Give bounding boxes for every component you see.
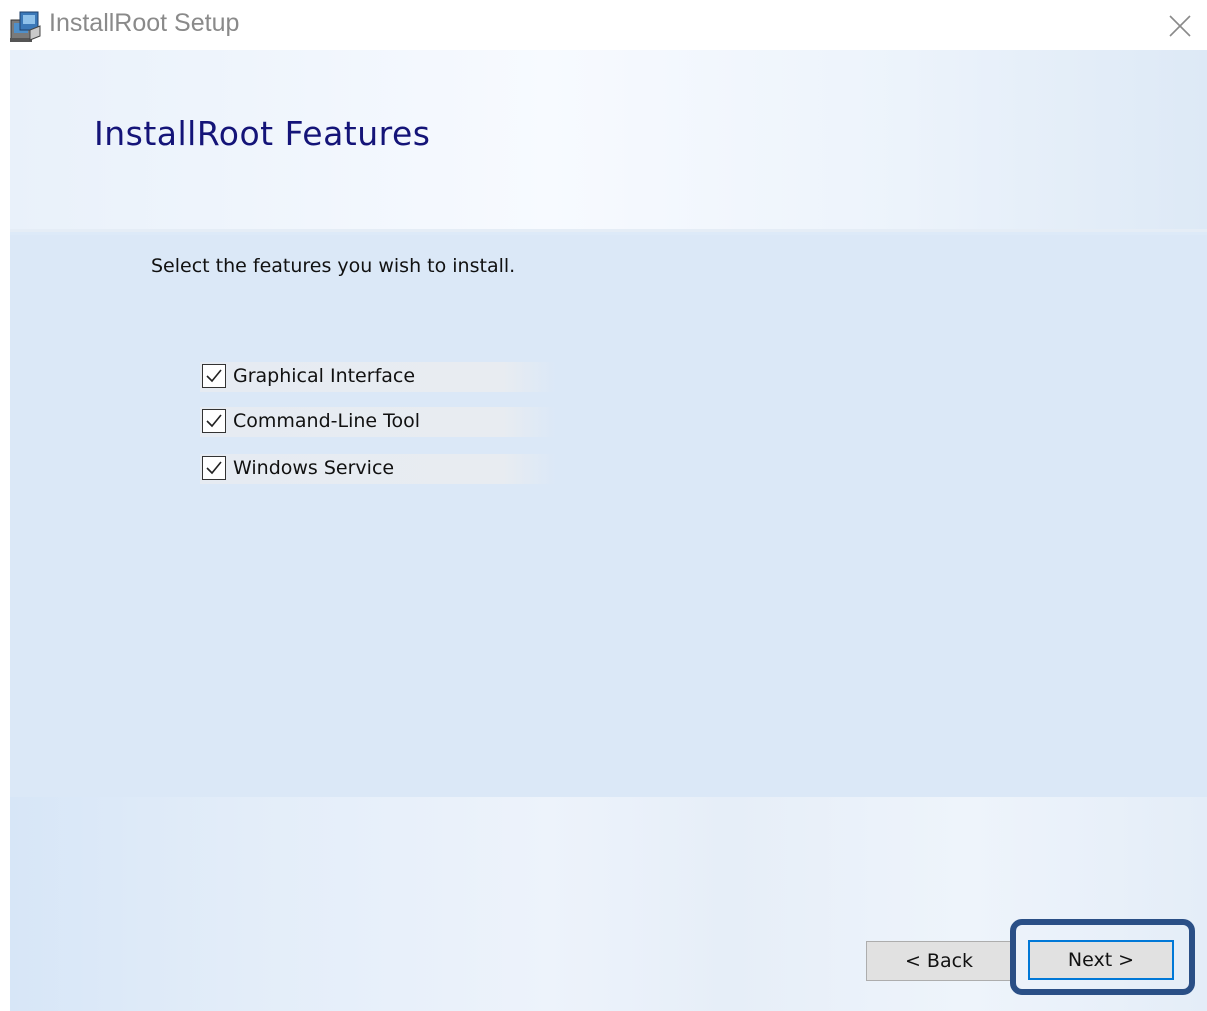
feature-item-command-line-tool[interactable]: Command-Line Tool bbox=[200, 407, 556, 437]
dialog-content: InstallRoot Features Select the features… bbox=[10, 50, 1207, 1011]
checkmark-icon bbox=[206, 461, 222, 475]
feature-item-windows-service[interactable]: Windows Service bbox=[200, 454, 556, 484]
feature-checkbox[interactable] bbox=[202, 409, 226, 433]
header-banner: InstallRoot Features bbox=[10, 50, 1207, 232]
feature-label: Graphical Interface bbox=[233, 365, 416, 387]
title-bar: InstallRoot Setup bbox=[0, 0, 1207, 50]
back-button[interactable]: < Back bbox=[866, 941, 1012, 981]
body-panel bbox=[10, 235, 1207, 797]
close-icon bbox=[1169, 15, 1191, 37]
installer-window: InstallRoot Setup InstallRoot Features S… bbox=[0, 0, 1207, 1011]
window-title: InstallRoot Setup bbox=[49, 9, 240, 37]
feature-checkbox[interactable] bbox=[202, 364, 226, 388]
next-button[interactable]: Next > bbox=[1028, 940, 1174, 980]
installer-icon bbox=[8, 8, 44, 44]
checkmark-icon bbox=[206, 369, 222, 383]
close-button[interactable] bbox=[1160, 6, 1200, 46]
feature-label: Windows Service bbox=[233, 457, 395, 479]
feature-checkbox[interactable] bbox=[202, 456, 226, 480]
feature-label: Command-Line Tool bbox=[233, 410, 421, 432]
page-title: InstallRoot Features bbox=[94, 114, 431, 153]
instruction-text: Select the features you wish to install. bbox=[151, 255, 516, 277]
checkmark-icon bbox=[206, 414, 222, 428]
feature-item-graphical-interface[interactable]: Graphical Interface bbox=[200, 362, 556, 392]
